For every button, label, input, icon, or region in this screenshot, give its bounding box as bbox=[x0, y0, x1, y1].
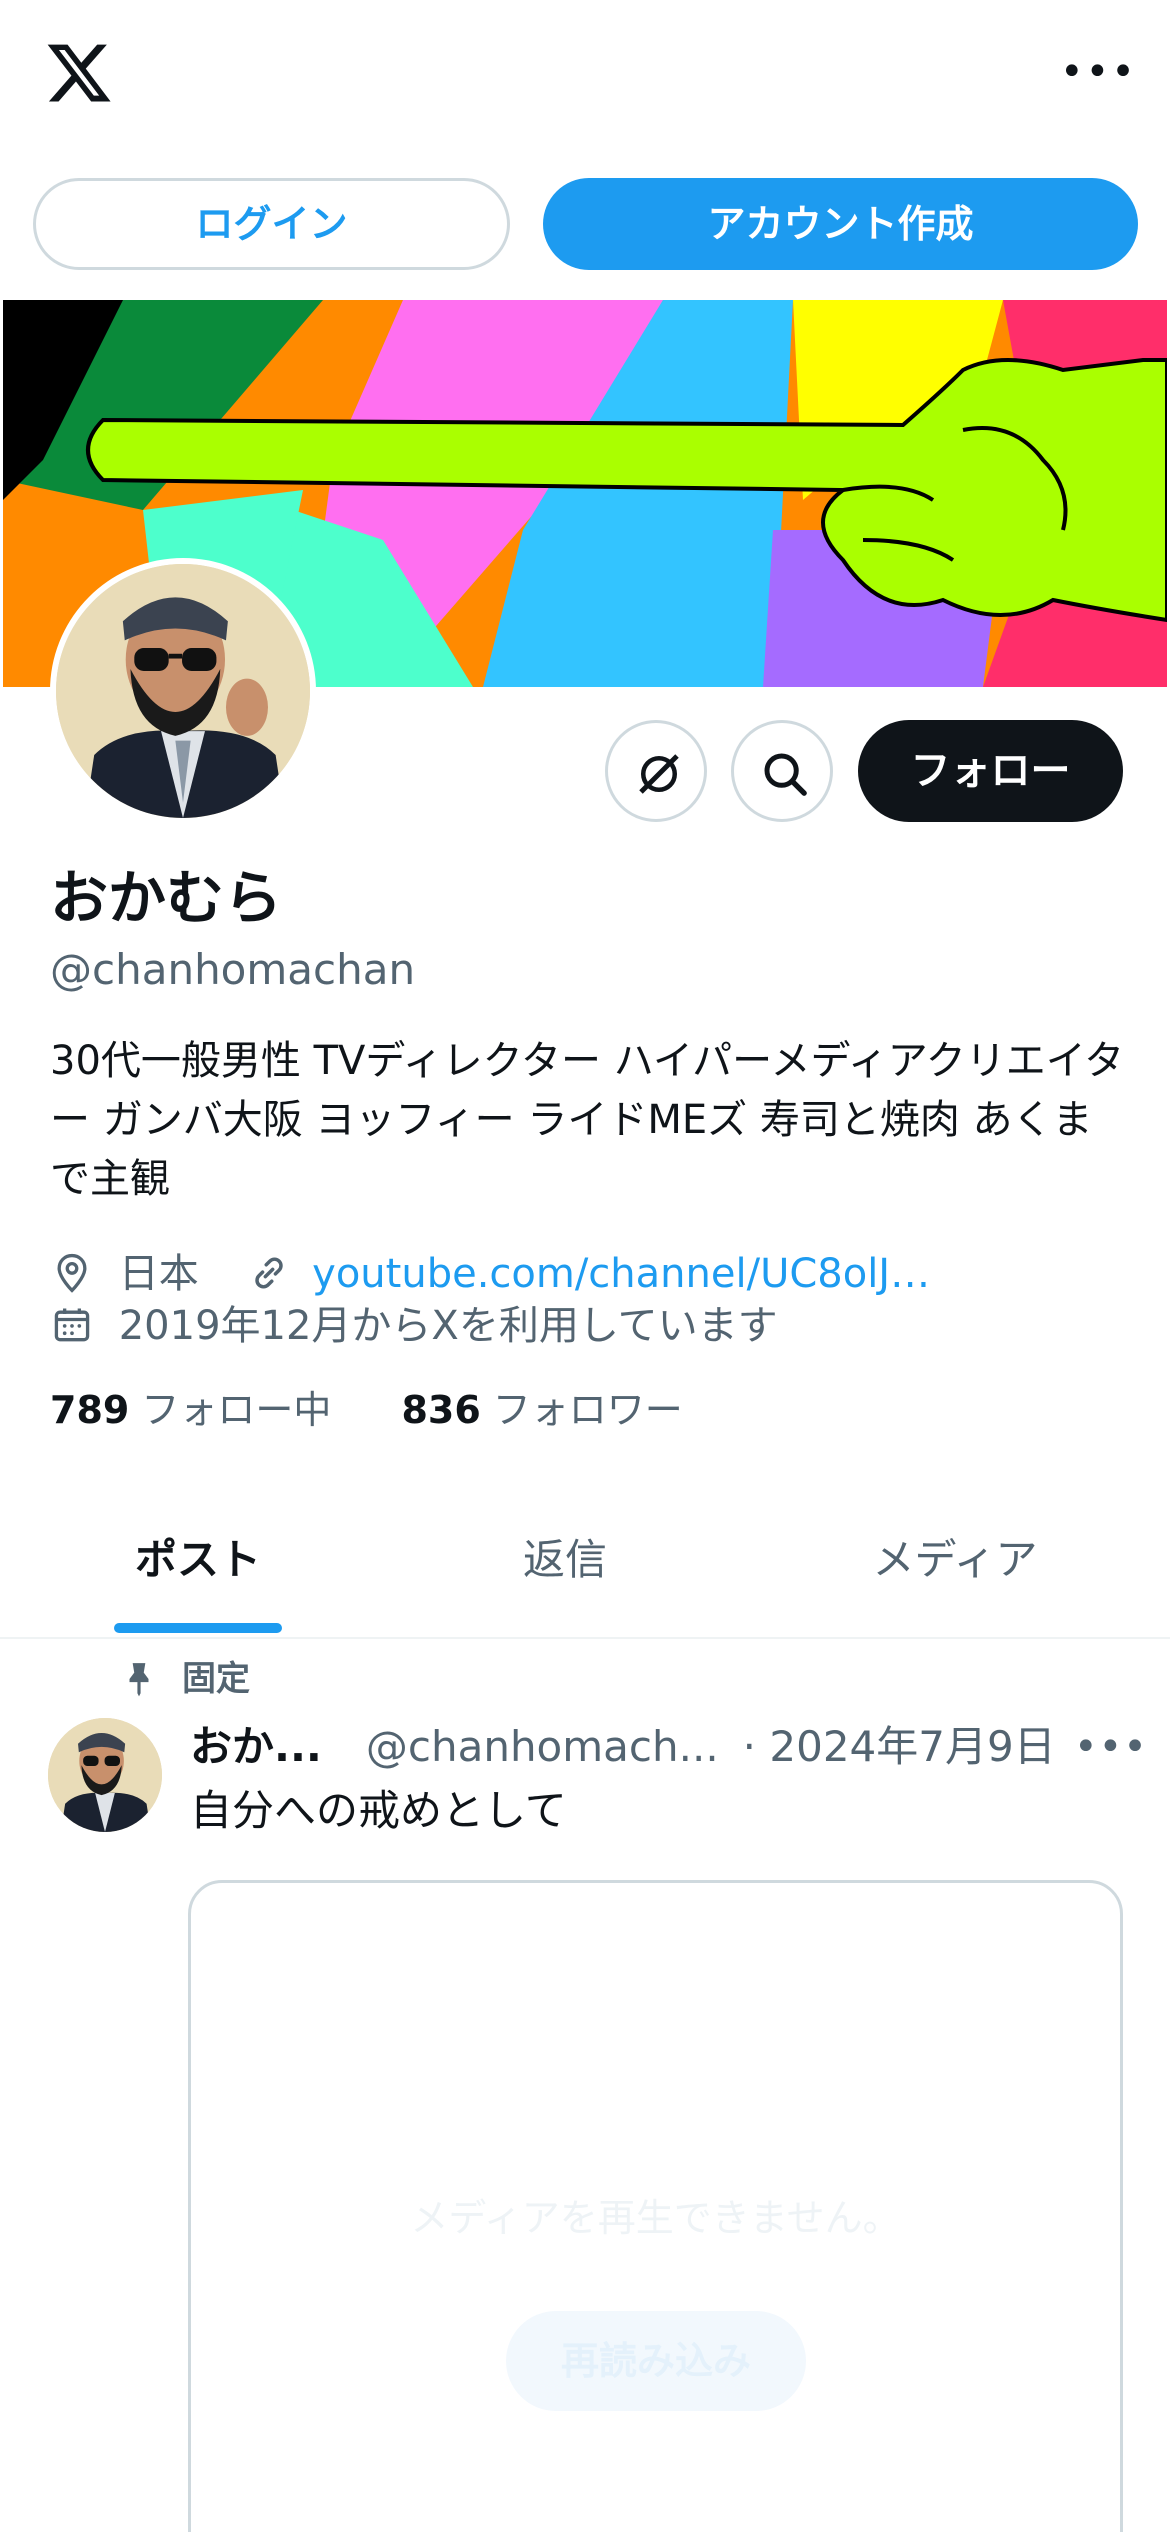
post-text: 自分への戒めとして bbox=[190, 1786, 567, 1835]
post-header: おか... @chanhomach... · 2024年7月9日 bbox=[190, 1718, 1130, 1776]
active-tab-indicator bbox=[114, 1623, 282, 1633]
following-link[interactable]: 789 フォロー中 bbox=[50, 1388, 331, 1432]
post-author-handle[interactable]: @chanhomach... bbox=[366, 1722, 719, 1771]
profile-meta-line: 日本 youtube.com/channel/UC8olJ… bbox=[50, 1248, 930, 1300]
tab-media[interactable]: メディア bbox=[850, 1520, 1060, 1600]
follow-stats: 789 フォロー中 836 フォロワー bbox=[50, 1384, 683, 1436]
media-reload-button[interactable]: 再読み込み bbox=[506, 2311, 806, 2411]
post-date[interactable]: · 2024年7月9日 bbox=[743, 1722, 1056, 1771]
tab-posts[interactable]: ポスト bbox=[114, 1520, 282, 1600]
tab-divider bbox=[0, 1637, 1170, 1639]
profile-bio: 30代一般男性 TVディレクター ハイパーメディアクリエイター ガンバ大阪 ヨッ… bbox=[50, 1038, 1125, 1202]
pinned-indicator: 固定 bbox=[120, 1654, 250, 1704]
auth-buttons: ログイン アカウント作成 bbox=[0, 178, 1170, 272]
followers-count: 836 bbox=[401, 1388, 481, 1432]
following-count: 789 bbox=[50, 1388, 130, 1432]
follow-button[interactable]: フォロー bbox=[858, 720, 1123, 822]
signup-button[interactable]: アカウント作成 bbox=[543, 178, 1138, 270]
profile-avatar[interactable] bbox=[50, 558, 316, 824]
followers-label: フォロワー bbox=[492, 1388, 683, 1432]
following-label: フォロー中 bbox=[141, 1388, 332, 1432]
user-handle: @chanhomachan bbox=[50, 945, 416, 994]
post-more-icon[interactable]: ••• bbox=[1074, 1718, 1148, 1776]
top-bar: ••• bbox=[0, 0, 1170, 150]
search-button[interactable] bbox=[731, 720, 833, 822]
link-icon bbox=[255, 1257, 284, 1289]
tab-replies[interactable]: 返信 bbox=[480, 1520, 650, 1600]
calendar-icon bbox=[54, 1308, 90, 1342]
login-button[interactable]: ログイン bbox=[33, 178, 510, 270]
post-avatar[interactable] bbox=[48, 1718, 162, 1832]
pin-icon bbox=[129, 1663, 149, 1697]
joined-text: 2019年12月からXを利用しています bbox=[118, 1303, 778, 1349]
location-text: 日本 bbox=[118, 1251, 199, 1297]
website-link[interactable]: youtube.com/channel/UC8olJ… bbox=[312, 1251, 930, 1297]
search-icon bbox=[764, 753, 807, 796]
grok-button[interactable] bbox=[605, 720, 707, 822]
post-media-card[interactable]: メディアを再生できません。 再読み込み bbox=[188, 1880, 1123, 2532]
more-horizontal-icon[interactable]: ••• bbox=[1060, 52, 1135, 92]
joined-line: 2019年12月からXを利用しています bbox=[50, 1300, 778, 1352]
post-author-name[interactable]: おか... bbox=[190, 1722, 322, 1771]
followers-link[interactable]: 836 フォロワー bbox=[401, 1388, 682, 1432]
display-name: おかむら bbox=[50, 864, 283, 932]
pinned-label: 固定 bbox=[182, 1659, 250, 1699]
grok-icon bbox=[639, 754, 679, 794]
x-logo-icon[interactable] bbox=[44, 38, 114, 108]
media-error-message: メディアを再生できません。 bbox=[410, 2196, 901, 2240]
location-icon bbox=[57, 1253, 87, 1293]
